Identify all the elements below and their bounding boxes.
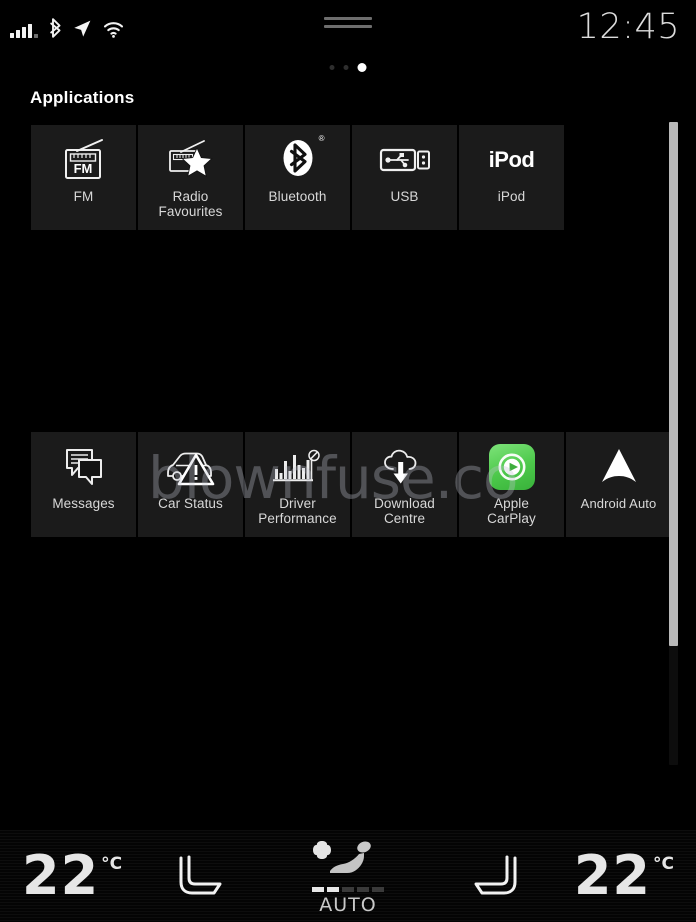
driver-seat-icon bbox=[179, 855, 222, 895]
app-tile-download-centre[interactable]: Download Centre bbox=[352, 432, 457, 537]
climate-bar: 22 °C AUTO 22 °C bbox=[0, 830, 696, 922]
clock: 12:45 bbox=[576, 7, 680, 47]
passenger-seat-heater-button[interactable] bbox=[457, 851, 529, 901]
app-tile-label: Apple CarPlay bbox=[487, 496, 536, 526]
app-tile-label: Bluetooth bbox=[268, 189, 327, 204]
app-tile-apple-carplay[interactable]: Apple CarPlay bbox=[459, 432, 564, 537]
drag-handle-line bbox=[324, 17, 372, 20]
fm-radio-icon: FM bbox=[58, 136, 110, 184]
driver-seat-heater-button[interactable] bbox=[167, 851, 239, 901]
app-tile-car-status[interactable]: Car Status bbox=[138, 432, 243, 537]
page-dot[interactable] bbox=[329, 65, 335, 70]
fan-seat-auto-icon bbox=[312, 841, 371, 873]
app-tile-driver-performance[interactable]: Driver Performance bbox=[245, 432, 350, 537]
app-tile-ipod[interactable]: iPod iPod bbox=[459, 125, 564, 230]
radio-favourites-icon bbox=[164, 136, 218, 184]
messages-icon bbox=[61, 443, 107, 491]
registered-mark: ® bbox=[318, 133, 325, 143]
climate-auto-button[interactable]: AUTO bbox=[283, 838, 413, 916]
driver-temperature[interactable]: 22 °C bbox=[22, 844, 123, 907]
usb-icon bbox=[377, 136, 433, 184]
level-segment bbox=[326, 887, 339, 892]
download-centre-icon bbox=[379, 443, 431, 491]
app-tile-android-auto[interactable]: Android Auto bbox=[566, 432, 671, 537]
app-tile-usb[interactable]: USB bbox=[352, 125, 457, 230]
passenger-temperature-unit: °C bbox=[652, 854, 674, 874]
app-tile-messages[interactable]: Messages bbox=[31, 432, 136, 537]
driver-temperature-value: 22 bbox=[22, 844, 100, 907]
driver-performance-icon bbox=[272, 443, 324, 491]
app-row-services: Messages Car Status Driver Performance D… bbox=[31, 432, 671, 537]
page-title: Applications bbox=[30, 88, 135, 107]
svg-text:FM: FM bbox=[73, 161, 92, 176]
app-tile-label: Radio Favourites bbox=[158, 189, 223, 219]
drag-handle-line bbox=[324, 25, 372, 28]
scrollbar-thumb[interactable] bbox=[669, 122, 678, 646]
signal-strength-icon bbox=[10, 22, 38, 38]
car-status-icon bbox=[163, 443, 219, 491]
passenger-temperature[interactable]: 22 °C bbox=[573, 844, 674, 907]
app-tile-label: USB bbox=[390, 189, 419, 204]
app-tile-fm[interactable]: FM FM bbox=[31, 125, 136, 230]
level-segment bbox=[341, 887, 354, 892]
level-segment bbox=[371, 887, 384, 892]
page-indicator[interactable] bbox=[329, 63, 367, 72]
wifi-icon bbox=[103, 22, 124, 38]
app-tile-bluetooth[interactable]: ® Bluetooth bbox=[245, 125, 350, 230]
auto-label: AUTO bbox=[319, 894, 377, 916]
page-dot[interactable] bbox=[343, 65, 349, 70]
navigation-arrow-icon bbox=[74, 20, 91, 37]
climate-level-indicator bbox=[311, 887, 384, 892]
infotainment-screen: 12:45 Applications FM FM Radio Favourite… bbox=[0, 0, 696, 922]
app-tile-label: Car Status bbox=[158, 496, 223, 511]
status-bar: 12:45 bbox=[0, 0, 696, 58]
app-tile-radio-favourites[interactable]: Radio Favourites bbox=[138, 125, 243, 230]
app-tile-label: FM bbox=[73, 189, 94, 204]
level-segment bbox=[356, 887, 369, 892]
bluetooth-icon: ® bbox=[280, 134, 325, 184]
page-dot-active[interactable] bbox=[357, 63, 367, 72]
bluetooth-status-icon bbox=[50, 18, 61, 38]
passenger-temperature-value: 22 bbox=[573, 844, 651, 907]
app-tile-label: Driver Performance bbox=[258, 496, 337, 526]
status-icon-group bbox=[10, 14, 124, 38]
app-row-media: FM FM Radio Favourites ® Bluetooth USB i… bbox=[31, 125, 564, 230]
drag-handle[interactable] bbox=[324, 17, 372, 28]
apple-carplay-icon bbox=[488, 443, 535, 491]
ipod-wordmark: iPod bbox=[488, 147, 535, 172]
ipod-icon: iPod bbox=[489, 136, 535, 184]
level-segment bbox=[311, 887, 324, 892]
android-auto-icon bbox=[596, 443, 642, 491]
app-tile-label: Android Auto bbox=[580, 496, 657, 511]
app-tile-label: Download Centre bbox=[374, 496, 435, 526]
app-tile-label: iPod bbox=[497, 189, 526, 204]
passenger-seat-icon bbox=[474, 855, 517, 895]
driver-temperature-unit: °C bbox=[101, 854, 123, 874]
scrollbar-track[interactable] bbox=[669, 122, 678, 765]
app-tile-label: Messages bbox=[52, 496, 115, 511]
